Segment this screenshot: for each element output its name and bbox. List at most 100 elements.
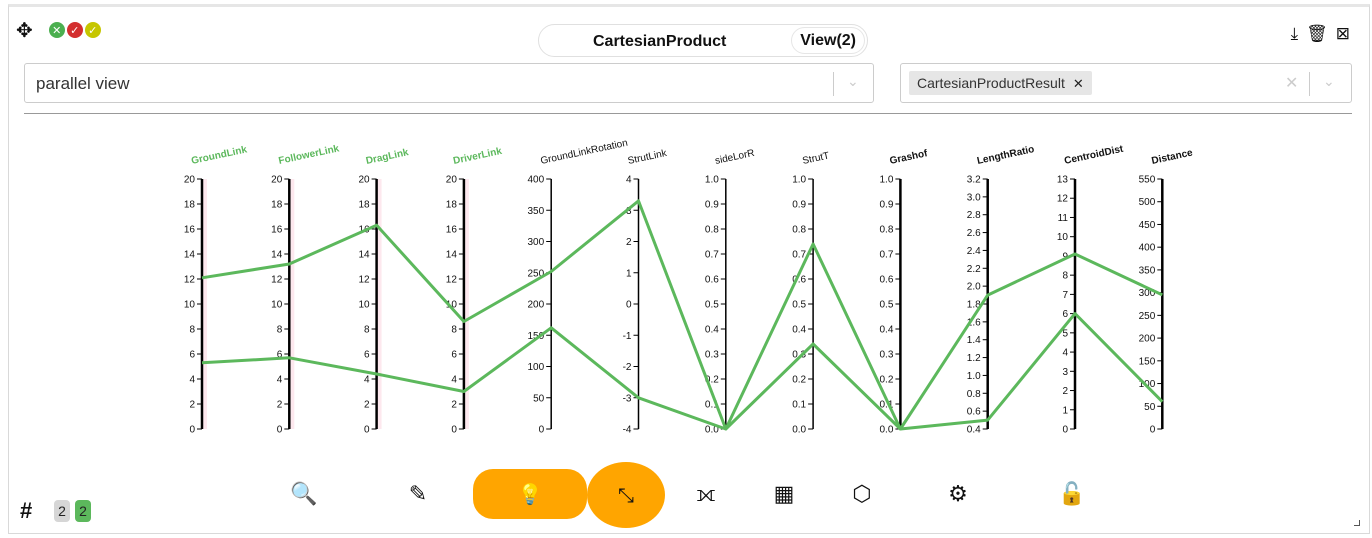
- tick-label: 1: [626, 268, 632, 279]
- tick-label: 14: [446, 250, 458, 261]
- axis-DragLink: 02468101214161820DragLink: [358, 147, 410, 435]
- axis-title: FollowerLink: [278, 143, 341, 167]
- tick-label: 20: [358, 175, 370, 186]
- axis-title: GroundLink: [190, 144, 248, 167]
- tick-label: 0.2: [792, 375, 806, 386]
- tick-label: 200: [1139, 334, 1156, 345]
- axis-GroundLink: 0 2 4 6 8 10 12 14 16 18 20 GroundLink: [184, 144, 249, 435]
- shrink-arrows-icon[interactable]: ⤡: [587, 462, 665, 528]
- tick-label: 0.6: [705, 275, 719, 286]
- tick-label: 0.6: [967, 407, 981, 418]
- tick-label: 6: [1062, 309, 1068, 320]
- tick-label: 3: [1062, 367, 1068, 378]
- tick-label: 14: [358, 250, 370, 261]
- tick-label: 12: [1057, 194, 1069, 205]
- tick-label: 8: [189, 325, 195, 336]
- tick-label: 20: [184, 175, 196, 186]
- axis-FollowerLink: 02468101214161820FollowerLink: [271, 143, 340, 435]
- tick-label: 0.3: [705, 350, 719, 361]
- count-badge-right: 2: [75, 500, 91, 522]
- resize-handle[interactable]: [1354, 520, 1360, 526]
- axis-title: DragLink: [365, 147, 410, 167]
- tick-label: 12: [271, 275, 283, 286]
- tick-label: 14: [271, 250, 283, 261]
- tick-label: 1: [1062, 405, 1068, 416]
- search-icon[interactable]: 🔍: [284, 474, 324, 514]
- tick-label: 11: [1058, 213, 1069, 224]
- grid-filter-icon[interactable]: ▦: [764, 474, 804, 514]
- tick-label: -3: [623, 393, 632, 404]
- tick-label: 0.0: [792, 425, 806, 436]
- tick-label: 0.8: [792, 225, 806, 236]
- tick-label: 2: [277, 400, 283, 411]
- tick-label: 0.9: [792, 200, 806, 211]
- tick-label: 1.2: [967, 353, 981, 364]
- tick-label: 4: [364, 375, 370, 386]
- series-line-2: [201, 312, 1164, 431]
- tick-label: 0: [451, 425, 457, 436]
- parallel-coordinates-chart: 02468101214161820GroundLink0246810121416…: [184, 138, 1195, 436]
- axis-GroundLinkRotation: 050100150200250300350400GroundLinkRotati…: [528, 138, 629, 436]
- tick-label: 450: [1139, 220, 1156, 231]
- axis-title: StrutLink: [627, 148, 669, 167]
- axis-title: LengthRatio: [976, 144, 1035, 167]
- tick-label: -1: [623, 331, 632, 342]
- tick-label: 8: [364, 325, 370, 336]
- axis-swap-icon[interactable]: ⟗: [686, 474, 726, 514]
- tick-label: 12: [446, 275, 458, 286]
- tick-label: 4: [451, 375, 457, 386]
- axis-title: CentroidDist: [1063, 144, 1125, 167]
- tick-label: 1.0: [792, 175, 806, 186]
- tick-label: 3.2: [967, 175, 981, 186]
- axis-Distance: 050100150200250300350400450500550Distanc…: [1139, 147, 1195, 435]
- tick-label: 50: [1144, 402, 1156, 413]
- tick-label: 250: [1139, 311, 1156, 322]
- tick-label: 20: [446, 175, 458, 186]
- tick-label: 100: [528, 362, 545, 373]
- tick-label: 4: [626, 175, 632, 186]
- tick-label: 0.6: [879, 275, 893, 286]
- tick-label: 0.9: [705, 200, 719, 211]
- tick-label: 0.5: [792, 300, 806, 311]
- tick-label: 12: [358, 275, 370, 286]
- axis-title: Grashof: [889, 148, 929, 167]
- tick-label: 10: [271, 300, 283, 311]
- tick-label: 1.0: [879, 175, 893, 186]
- tick-label: 350: [528, 206, 545, 217]
- axis-Grashof: 0.00.10.20.30.40.50.60.70.80.91.0Grashof: [879, 148, 929, 435]
- tick-label: 8: [277, 325, 283, 336]
- tick-label: 0: [1062, 425, 1068, 436]
- tick-label: 2.4: [967, 246, 981, 257]
- tick-label: 18: [446, 200, 458, 211]
- tick-label: 0.4: [879, 325, 893, 336]
- tick-label: 1.0: [967, 371, 981, 382]
- tick-label: 4: [1062, 348, 1068, 359]
- tick-label: 6: [451, 350, 457, 361]
- tick-label: -4: [623, 425, 632, 436]
- tick-label: 2: [1062, 386, 1068, 397]
- tick-label: 4: [277, 375, 283, 386]
- axis-title: Distance: [1151, 147, 1194, 167]
- tick-label: 0.0: [879, 425, 893, 436]
- lightbulb-icon[interactable]: 💡: [473, 469, 587, 519]
- tick-label: 10: [358, 300, 370, 311]
- tick-label: 1.4: [967, 335, 981, 346]
- tick-label: 300: [528, 237, 545, 248]
- tick-label: 0: [364, 425, 370, 436]
- tick-label: 0.7: [879, 250, 893, 261]
- tick-label: 8: [1062, 271, 1068, 282]
- tick-label: 8: [451, 325, 457, 336]
- tick-label: 2: [364, 400, 370, 411]
- tick-label: 400: [1139, 243, 1156, 254]
- tick-label: 0.8: [879, 225, 893, 236]
- axis-title: sideLorR: [714, 148, 755, 167]
- tick-label: 0.4: [705, 325, 719, 336]
- settings-gear-icon[interactable]: ⚙: [938, 474, 978, 514]
- tick-label: 2.2: [967, 264, 981, 275]
- network-icon[interactable]: ⬡: [842, 474, 882, 514]
- unlock-icon[interactable]: 🔓: [1052, 474, 1092, 514]
- tick-label: 550: [1139, 175, 1156, 186]
- tick-label: 400: [528, 175, 545, 186]
- tick-label: 2: [451, 400, 457, 411]
- pencil-icon[interactable]: ✎: [398, 474, 438, 514]
